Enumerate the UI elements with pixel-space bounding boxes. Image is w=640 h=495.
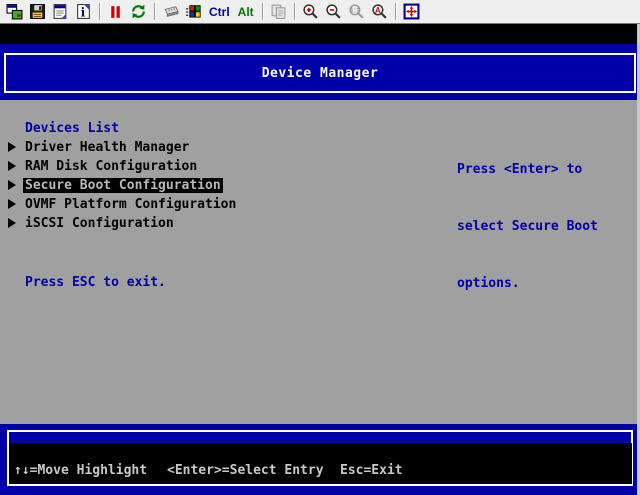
full-screen-icon	[403, 3, 420, 20]
file-transfer-icon	[270, 3, 287, 20]
help-line: Press <Enter> to	[457, 160, 598, 179]
ctrl-key-button[interactable]: Ctrl	[205, 1, 234, 23]
item-help-text: Press <Enter> to select Secure Boot opti…	[457, 122, 598, 331]
esc-exit-hint: Press ESC to exit.	[25, 275, 166, 290]
vnc-display[interactable]: Device Manager Devices List Driver Healt…	[0, 24, 640, 495]
full-screen-button[interactable]	[400, 1, 423, 23]
menu-item-driver-health-manager[interactable]: Driver Health Manager	[0, 140, 460, 155]
svg-text:i: i	[81, 5, 86, 19]
menu-item-iscsi-configuration[interactable]: iSCSI Configuration	[0, 216, 460, 231]
title-band: Device Manager	[0, 44, 637, 100]
save-session-button[interactable]	[26, 1, 49, 23]
options-icon	[52, 3, 69, 20]
toolbar-separator	[395, 3, 396, 20]
tightvnc-viewer-window: i	[0, 0, 640, 495]
form-area: Devices List Driver Health Manager RAM D…	[0, 100, 637, 424]
screen-top-margin	[0, 24, 637, 44]
refresh-button[interactable]	[127, 1, 150, 23]
zoom-100-button: 1:1	[345, 1, 368, 23]
hint-select-entry: <Enter>=Select Entry	[167, 463, 324, 478]
svg-text:1:1: 1:1	[350, 8, 360, 15]
zoom-auto-button[interactable]: A	[368, 1, 391, 23]
refresh-icon	[130, 3, 147, 20]
pause-icon	[107, 3, 124, 20]
submenu-arrow-icon	[8, 218, 16, 228]
menu-item-label: Driver Health Manager	[23, 140, 191, 155]
file-transfer-button	[267, 1, 290, 23]
footer-band: ↑↓=Move Highlight <Enter>=Select Entry E…	[0, 424, 637, 495]
zoom-auto-icon: A	[371, 3, 388, 20]
toolbar: i	[0, 0, 640, 24]
page-title: Device Manager	[262, 66, 379, 81]
footer-box: ↑↓=Move Highlight <Enter>=Select Entry E…	[7, 430, 633, 486]
submenu-arrow-icon	[8, 180, 16, 190]
toolbar-separator	[262, 3, 263, 20]
menu-item-label: OVMF Platform Configuration	[23, 197, 238, 212]
menu-header: Devices List	[25, 121, 119, 136]
toolbar-separator	[294, 3, 295, 20]
new-connection-icon	[6, 3, 23, 20]
menu-item-label: RAM Disk Configuration	[23, 159, 199, 174]
toolbar-separator	[99, 3, 100, 20]
hint-esc-exit: Esc=Exit	[340, 463, 403, 478]
new-connection-button[interactable]	[3, 1, 26, 23]
save-icon	[29, 3, 46, 20]
keyboard-icon	[162, 3, 179, 20]
ctrl-alt-del-button[interactable]	[159, 1, 182, 23]
submenu-arrow-icon	[8, 161, 16, 171]
connection-info-button[interactable]: i	[72, 1, 95, 23]
menu-item-label: iSCSI Configuration	[23, 216, 176, 231]
title-box: Device Manager	[4, 53, 636, 93]
ctrl-esc-button[interactable]	[182, 1, 205, 23]
help-line: options.	[457, 274, 598, 293]
svg-text:A: A	[375, 6, 381, 15]
submenu-arrow-icon	[8, 199, 16, 209]
zoom-in-button[interactable]	[299, 1, 322, 23]
menu-item-ovmf-platform-configuration[interactable]: OVMF Platform Configuration	[0, 197, 460, 212]
menu-item-label: Secure Boot Configuration	[23, 178, 223, 193]
alt-key-button[interactable]: Alt	[234, 1, 258, 23]
hint-move-highlight: ↑↓=Move Highlight	[14, 463, 147, 478]
menu-item-ram-disk-configuration[interactable]: RAM Disk Configuration	[0, 159, 460, 174]
windows-logo-icon	[185, 3, 202, 20]
info-icon: i	[75, 3, 92, 20]
pause-button[interactable]	[104, 1, 127, 23]
submenu-arrow-icon	[8, 142, 16, 152]
options-button[interactable]	[49, 1, 72, 23]
firmware-screen: Device Manager Devices List Driver Healt…	[0, 24, 637, 495]
zoom-out-icon	[325, 3, 342, 20]
key-hints-bar: ↑↓=Move Highlight <Enter>=Select Entry E…	[9, 443, 632, 484]
help-line: select Secure Boot	[457, 217, 598, 236]
menu-item-secure-boot-configuration[interactable]: Secure Boot Configuration	[0, 178, 460, 193]
zoom-100-icon: 1:1	[348, 3, 365, 20]
zoom-out-button[interactable]	[322, 1, 345, 23]
toolbar-separator	[154, 3, 155, 20]
zoom-in-icon	[302, 3, 319, 20]
